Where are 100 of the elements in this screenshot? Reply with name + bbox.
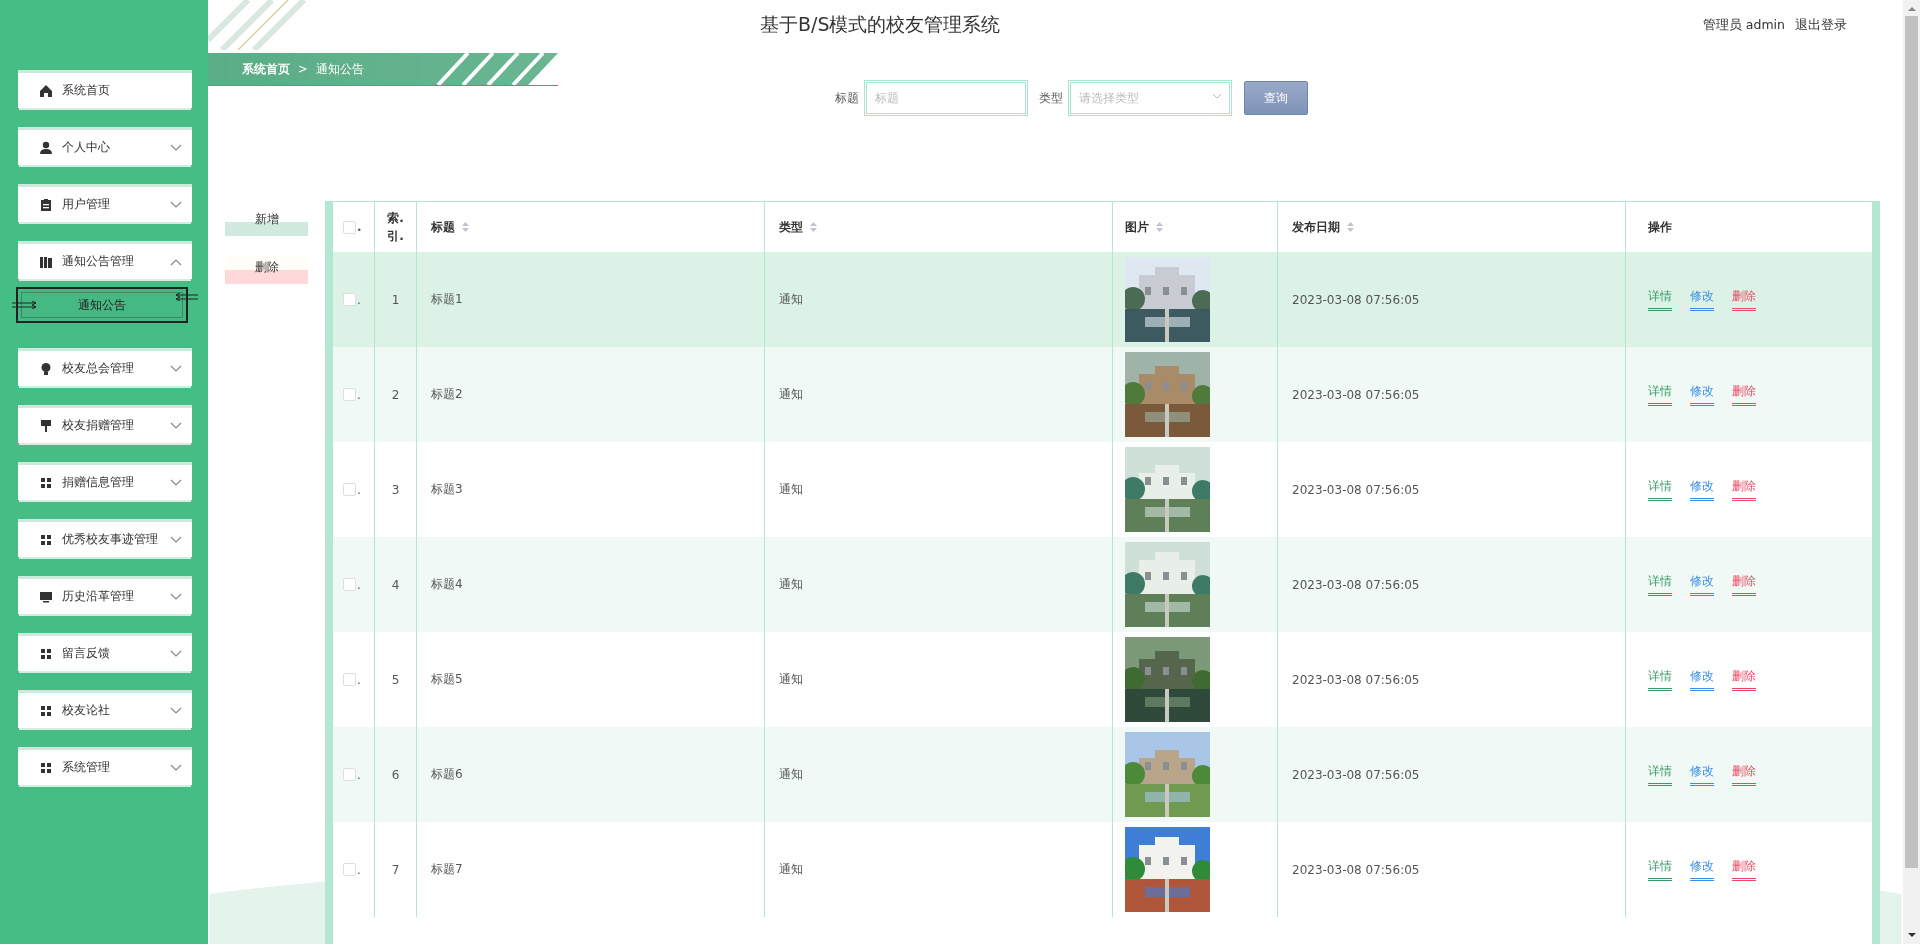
detail-link[interactable]: 详情 — [1648, 573, 1672, 596]
field-label: 类型 — [1039, 90, 1063, 106]
menu-item[interactable]: 捐赠信息管理 — [18, 462, 192, 500]
table-cell: 7 — [391, 862, 400, 877]
table-cell: 通知 — [779, 861, 803, 878]
arrow-up-icon — [1906, 6, 1917, 12]
column-header[interactable]: 发布日期 — [1292, 218, 1340, 236]
table-cell: 通知 — [779, 291, 803, 308]
detail-link[interactable]: 详情 — [1648, 858, 1672, 881]
checkbox[interactable] — [343, 863, 356, 876]
menu-item[interactable]: 系统管理 — [18, 747, 192, 785]
dot-mark: . — [357, 672, 361, 687]
edit-link[interactable]: 修改 — [1690, 383, 1714, 406]
table-cell: 6 — [391, 767, 400, 782]
clipboard-icon — [39, 197, 53, 212]
brush-icon — [39, 418, 53, 433]
table-cell: 标题6 — [431, 766, 463, 783]
table-cell: 标题4 — [431, 576, 463, 593]
checkbox[interactable] — [343, 220, 356, 234]
detail-link[interactable]: 详情 — [1648, 668, 1672, 691]
edit-link[interactable]: 修改 — [1690, 288, 1714, 311]
table-cell: 2 — [391, 387, 400, 402]
chevron-icon — [1212, 93, 1222, 99]
table-cell: 通知 — [779, 671, 803, 688]
delete-link[interactable]: 删除 — [1732, 478, 1756, 501]
edit-link[interactable]: 修改 — [1690, 573, 1714, 596]
delete-link[interactable]: 删除 — [1732, 668, 1756, 691]
delete-link[interactable]: 删除 — [1732, 763, 1756, 786]
table-cell: 标题1 — [431, 291, 463, 308]
column-header[interactable]: 标题 — [431, 218, 455, 236]
detail-link[interactable]: 详情 — [1648, 763, 1672, 786]
column-header[interactable]: 类型 — [779, 218, 803, 236]
column-header: 索.引. — [386, 210, 405, 245]
grid-icon — [39, 760, 53, 775]
menu-item[interactable]: 个人中心 — [18, 127, 192, 165]
column-header: 操作 — [1648, 218, 1672, 236]
delete-link[interactable]: 删除 — [1732, 288, 1756, 311]
dot-mark: . — [357, 220, 362, 234]
title-field[interactable]: 标题 — [864, 80, 1028, 116]
delete-button[interactable]: 删除 — [225, 256, 308, 284]
monitor-icon — [39, 589, 53, 604]
search-button[interactable]: 查询 — [1244, 81, 1308, 115]
delete-link[interactable]: 删除 — [1732, 383, 1756, 406]
scrollbar[interactable] — [1903, 0, 1920, 944]
checkbox[interactable] — [343, 578, 356, 591]
table-cell: 3 — [391, 482, 400, 497]
table-cell: 通知 — [779, 766, 803, 783]
dot-mark: . — [357, 862, 361, 877]
checkbox[interactable] — [343, 483, 356, 496]
books-icon — [39, 254, 53, 269]
detail-link[interactable]: 详情 — [1648, 383, 1672, 406]
bulb-icon — [39, 361, 53, 376]
dot-mark: . — [357, 292, 361, 307]
detail-link[interactable]: 详情 — [1648, 478, 1672, 501]
person-icon — [39, 140, 53, 155]
table-cell: 2023-03-08 07:56:05 — [1292, 482, 1420, 497]
edit-link[interactable]: 修改 — [1690, 763, 1714, 786]
delete-link[interactable]: 删除 — [1732, 573, 1756, 596]
table-cell: 4 — [391, 577, 400, 592]
table-cell: 标题7 — [431, 861, 463, 878]
checkbox[interactable] — [343, 673, 356, 686]
menu-item[interactable]: 用户管理 — [18, 184, 192, 222]
menu-item[interactable]: 系统首页 — [18, 70, 192, 108]
table-cell: 2023-03-08 07:56:05 — [1292, 577, 1420, 592]
type-select[interactable]: 请选择类型 — [1068, 80, 1232, 116]
checkbox[interactable] — [343, 293, 356, 306]
page-title: 基于B/S模式的校友管理系统 — [759, 12, 1002, 37]
table-cell: 5 — [391, 672, 400, 687]
submenu-item[interactable]: 通知公告 — [16, 287, 188, 323]
breadcrumb-link[interactable]: 通知公告 — [315, 61, 364, 77]
column-header[interactable]: 图片 — [1125, 218, 1149, 236]
dot-mark: . — [357, 577, 361, 592]
grid-icon — [39, 532, 53, 547]
user-name: 管理员 admin — [1702, 16, 1785, 34]
menu-item[interactable]: 历史沿革管理 — [18, 576, 192, 614]
edit-link[interactable]: 修改 — [1690, 478, 1714, 501]
table-cell: 2023-03-08 07:56:05 — [1292, 387, 1420, 402]
grid-icon — [39, 703, 53, 718]
checkbox[interactable] — [343, 388, 356, 401]
detail-link[interactable]: 详情 — [1648, 288, 1672, 311]
menu-item[interactable]: 校友总会管理 — [18, 348, 192, 386]
checkbox[interactable] — [343, 768, 356, 781]
edit-link[interactable]: 修改 — [1690, 668, 1714, 691]
arrow-icon — [174, 293, 198, 301]
breadcrumb-link[interactable]: 系统首页 — [242, 61, 290, 77]
menu-item[interactable]: 校友论社 — [18, 690, 192, 728]
edit-link[interactable]: 修改 — [1690, 858, 1714, 881]
breadcrumb-separator: > — [298, 62, 308, 76]
table-cell: 1 — [391, 292, 400, 307]
menu-item[interactable]: 校友捐赠管理 — [18, 405, 192, 443]
arrow-down-icon — [1906, 932, 1917, 938]
dot-mark: . — [357, 767, 361, 782]
dot-mark: . — [357, 387, 361, 402]
table-cell: 2023-03-08 07:56:05 — [1292, 862, 1420, 877]
menu-item[interactable]: 留言反馈 — [18, 633, 192, 671]
table-cell: 2023-03-08 07:56:05 — [1292, 292, 1420, 307]
menu-item[interactable]: 通知公告管理 — [18, 241, 192, 279]
menu-item[interactable]: 优秀校友事迹管理 — [18, 519, 192, 557]
logout-link[interactable]: 退出登录 — [1795, 16, 1847, 34]
delete-link[interactable]: 删除 — [1732, 858, 1756, 881]
